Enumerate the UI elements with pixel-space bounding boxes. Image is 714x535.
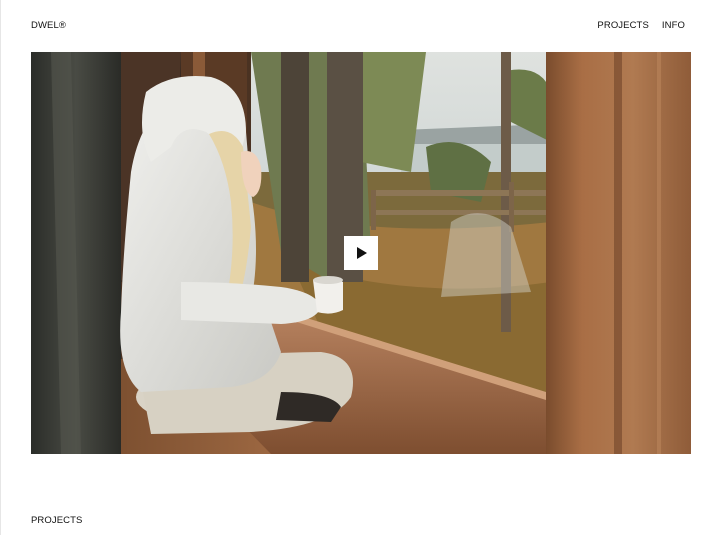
main-nav: PROJECTS INFO xyxy=(597,20,685,31)
play-icon xyxy=(357,247,367,259)
nav-projects-link[interactable]: PROJECTS xyxy=(597,20,648,31)
play-button[interactable] xyxy=(344,236,378,270)
nav-info-link[interactable]: INFO xyxy=(662,20,685,31)
page-edge-divider xyxy=(0,0,1,535)
site-header: DWEL® PROJECTS INFO xyxy=(31,19,685,31)
page: DWEL® PROJECTS INFO PROJECTS xyxy=(0,0,714,535)
brand-logo-link[interactable]: DWEL® xyxy=(31,20,66,31)
projects-section-title: PROJECTS xyxy=(31,515,83,526)
hero-video[interactable] xyxy=(31,52,691,454)
